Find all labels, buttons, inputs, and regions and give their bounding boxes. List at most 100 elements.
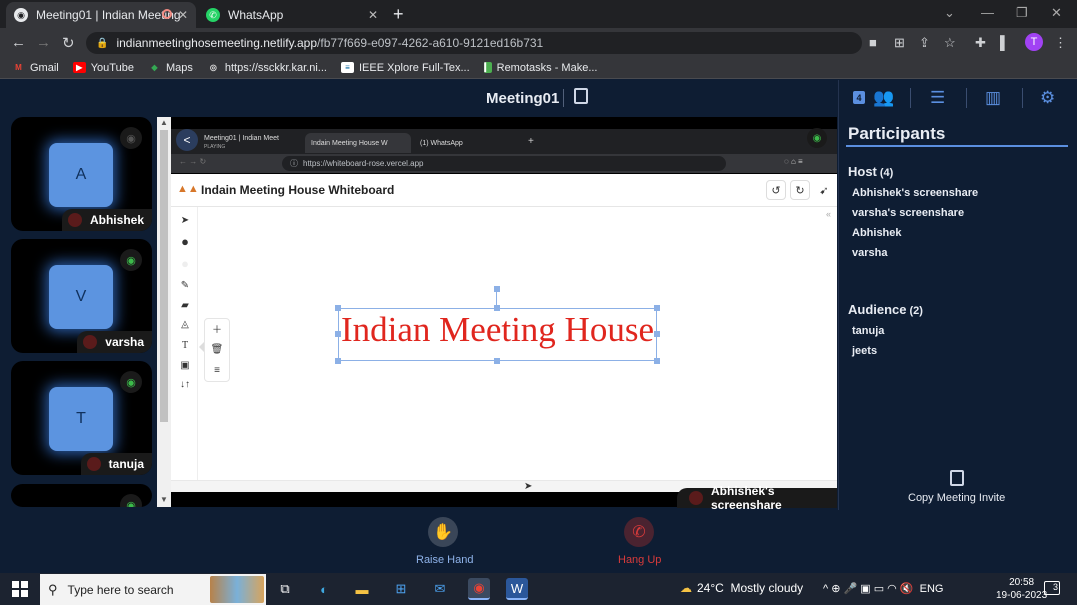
search-highlight-image [210,576,264,603]
chat-icon[interactable]: ☰ [930,88,945,108]
add-icon: ＋ [212,324,222,336]
bookmark-maps[interactable]: ◆ Maps [148,62,192,74]
redo-icon: ↻ [790,180,810,200]
back-button[interactable]: ← [11,34,26,51]
extensions-icon[interactable]: ✚ [975,35,986,51]
collapse-chevron-icon[interactable]: < [176,129,198,151]
hang-up-button[interactable]: Hang Up [618,554,661,566]
search-placeholder: Type here to search [67,582,174,597]
bookmark-ssckkr[interactable]: ◎ https://ssckkr.kar.ni... [207,62,327,74]
camera-icon[interactable]: ■ [869,35,877,50]
scroll-down-icon[interactable]: ▼ [160,495,168,504]
image-tool-icon: ▣ [180,359,190,371]
scrollbar-thumb[interactable] [160,130,168,422]
close-window-button[interactable]: ✕ [1051,5,1062,21]
mail-icon[interactable]: ✉ [429,578,451,600]
mic-off-icon [689,491,703,505]
notification-icon[interactable]: 3 [1044,581,1060,595]
task-view-icon[interactable]: ⧉ [274,578,296,600]
weather-widget[interactable]: ☁ 24°C Mostly cloudy [680,581,803,595]
star-icon[interactable]: ☆ [944,35,956,51]
meeting-header [0,80,838,116]
audience-label: Audience [848,302,907,317]
edge-icon[interactable]: ◐ [313,578,335,600]
resize-handle [654,305,660,311]
bookmark-youtube[interactable]: ▶ YouTube [72,62,134,74]
eraser-icon: ▰ [181,299,189,311]
participant-tile-abhishek[interactable]: A ◉ Abhishek [11,117,152,231]
file-explorer-icon[interactable]: ▬ [351,578,373,600]
bookmark-label: Remotasks - Make... [496,61,598,74]
resize-handle [494,358,500,364]
participant-name[interactable]: tanuja [852,325,884,337]
settings-icon[interactable]: ⚙ [1040,88,1055,108]
screenshare-name-label: Abhishek's screenshare [711,484,782,512]
copy-invite-icon[interactable] [950,470,964,486]
trash-icon: 🗑 [210,343,224,355]
tab-whatsapp[interactable]: ✆ WhatsApp ✕ [198,2,386,28]
cloud-sun-icon: ☁ [680,581,692,595]
divider [1022,88,1023,108]
hang-up-icon[interactable]: ✆ [624,517,654,547]
weather-text: Mostly cloudy [730,581,804,595]
info-icon: ⓘ [290,159,298,168]
windows-start-icon[interactable] [12,581,28,597]
resize-handle [335,358,341,364]
close-icon[interactable]: ✕ [178,8,188,22]
clock[interactable]: 20:58 19-06-2023 [996,576,1047,602]
bookmark-label: Gmail [30,61,59,74]
search-icon: ⚲ [48,581,58,597]
host-label: Host [848,164,877,179]
participants-icon[interactable]: 👥 [873,88,894,108]
audience-section-title: Audience (2) [848,302,923,317]
raise-hand-icon[interactable]: ✋ [428,517,458,547]
participant-name[interactable]: jeets [852,345,877,357]
menu-icon[interactable]: ⋮ [1054,35,1067,51]
layout-icon[interactable]: ▥ [985,88,1001,108]
tab-meeting[interactable]: ◉ Meeting01 | Indian Meeting ✕ [6,2,196,28]
address-bar[interactable]: 🔒 indianmeetinghosemeeting.netlify.app /… [86,32,862,54]
participant-tile-partial[interactable]: ◉ [11,484,152,507]
new-tab-button[interactable]: + [393,4,404,25]
minimize-button[interactable]: — [981,5,994,20]
side-panel-icon[interactable]: ▌ [1000,35,1009,50]
tab-search-chevron-icon[interactable]: ⌄ [944,5,955,21]
participant-tile-tanuja[interactable]: T ◉ tanuja [11,361,152,475]
shared-toolbar-icons: ◌ ⌂ ≡ [784,157,803,166]
whiteboard-logo-icon: ▲▲ [177,183,199,195]
recording-icon [162,9,172,19]
copy-invite-button[interactable]: Copy Meeting Invite [908,492,1005,504]
copy-icon[interactable] [574,88,588,104]
reload-button[interactable]: ↻ [62,34,75,52]
participant-tile-varsha[interactable]: V ◉ varsha [11,239,152,353]
forward-button[interactable]: → [36,34,51,51]
shared-tab-whatsapp: (1) WhatsApp [414,133,522,153]
bookmark-remotasks[interactable]: ▎ Remotasks - Make... [483,61,598,74]
word-icon[interactable]: W [506,578,528,600]
store-icon[interactable]: ⊞ [390,578,412,600]
avatar: A [49,143,113,207]
avatar-initial: V [75,288,87,305]
avatar: V [49,265,113,329]
rotate-handle [494,286,500,292]
participant-name[interactable]: varsha [852,247,887,259]
notification-count: 3 [1052,582,1058,592]
bookmark-gmail[interactable]: M Gmail [12,62,59,74]
pin-icon: ➹ [814,180,834,200]
raise-hand-button[interactable]: Raise Hand [416,554,473,566]
restore-button[interactable]: ❐ [1016,5,1028,21]
system-tray[interactable]: ^ ⊕ 🎤 ▣ ▭ ◠ 🔇 ENG [823,582,943,595]
scroll-up-icon[interactable]: ▲ [160,118,168,127]
translate-icon[interactable]: ⊞ [894,35,905,51]
clock-date: 19-06-2023 [996,590,1048,601]
participant-name[interactable]: varsha's screenshare [852,207,964,219]
profile-avatar[interactable]: T [1025,33,1043,51]
share-icon[interactable]: ⇪ [919,35,930,51]
shared-tab-whiteboard: Indain Meeting House W [305,133,411,153]
collapse-icon: « [826,209,832,219]
participant-name[interactable]: Abhishek [852,227,902,239]
participant-name[interactable]: Abhishek's screenshare [852,187,978,199]
bookmark-ieee[interactable]: ≡ IEEE Xplore Full-Tex... [340,62,470,74]
chrome-icon[interactable]: ◉ [468,578,490,600]
close-icon[interactable]: ✕ [368,8,378,22]
